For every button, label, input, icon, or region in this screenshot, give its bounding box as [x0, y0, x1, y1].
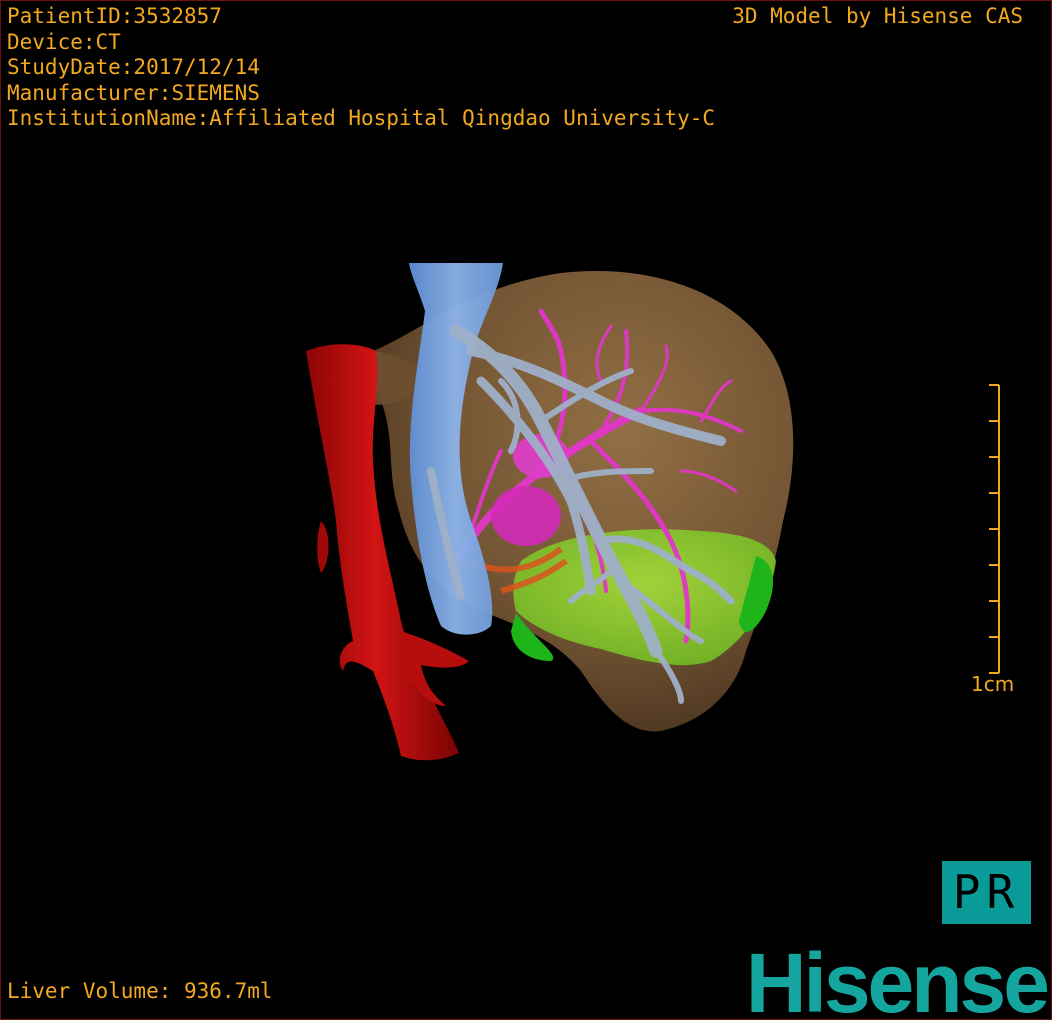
vendor-label: 3D Model by Hisense CAS	[732, 4, 1023, 28]
liver-volume: Liver Volume: 936.7ml	[7, 979, 273, 1003]
patient-info-overlay: PatientID:3532857 Device:CT StudyDate:20…	[7, 4, 715, 132]
manufacturer: Manufacturer:SIEMENS	[7, 80, 260, 105]
3d-viewport[interactable]: PatientID:3532857 Device:CT StudyDate:20…	[0, 0, 1052, 1020]
scale-bar-label: 1cm	[971, 672, 1015, 696]
orientation-marker[interactable]: PR	[942, 861, 1031, 924]
liver-3d-model[interactable]	[1, 1, 1051, 1019]
institution-name: InstitutionName:Affiliated Hospital Qing…	[7, 106, 716, 130]
study-date: StudyDate:2017/12/14	[7, 55, 260, 79]
patient-id: PatientID:3532857	[7, 4, 222, 28]
device: Device:CT	[7, 29, 121, 54]
scale-bar	[989, 384, 1000, 674]
scale-bar-ticks	[989, 384, 999, 674]
aorta-side-branch	[317, 521, 329, 573]
brand-logo: Hisense	[745, 936, 1050, 1020]
lesion	[491, 486, 561, 546]
